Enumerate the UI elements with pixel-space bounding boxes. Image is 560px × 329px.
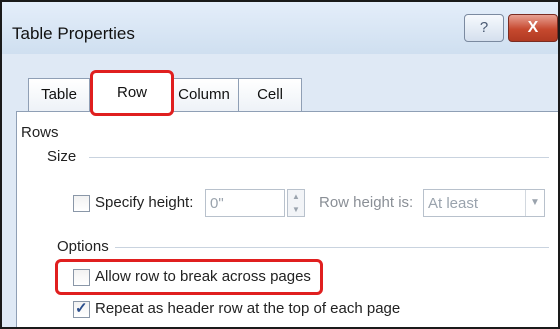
allow-row-break-checkbox[interactable]	[73, 269, 90, 286]
options-group-label: Options	[57, 238, 109, 255]
specify-height-label[interactable]: Specify height:	[95, 194, 193, 211]
tab-column[interactable]: Column	[168, 78, 240, 111]
options-divider	[115, 247, 549, 248]
tab-cell[interactable]: Cell	[238, 78, 302, 111]
row-height-mode-select[interactable]: At least ▼	[423, 189, 545, 217]
row-height-is-label: Row height is:	[319, 194, 414, 211]
close-button[interactable]: X	[508, 14, 558, 42]
size-divider	[89, 157, 549, 158]
title-bar: Table Properties ? X	[2, 2, 558, 54]
tab-strip: Table Row Column Cell	[2, 70, 558, 116]
tab-row[interactable]: Row	[90, 70, 174, 116]
repeat-header-label[interactable]: Repeat as header row at the top of each …	[95, 300, 400, 317]
row-tab-panel: Rows Size Specify height: 0" ▲ ▼ Row hei…	[16, 111, 558, 327]
help-button[interactable]: ?	[464, 14, 504, 42]
height-input[interactable]: 0"	[205, 189, 285, 217]
spin-down-icon[interactable]: ▼	[288, 203, 304, 216]
table-properties-dialog: Table Properties ? X Table Row Column Ce…	[0, 0, 560, 329]
dialog-title: Table Properties	[12, 24, 135, 43]
size-group-label: Size	[47, 148, 77, 165]
rows-heading: Rows	[21, 124, 59, 141]
repeat-header-checkbox[interactable]	[73, 299, 90, 318]
specify-height-checkbox[interactable]	[73, 195, 90, 212]
chevron-down-icon[interactable]: ▼	[525, 190, 544, 216]
height-spinner[interactable]: ▲ ▼	[287, 189, 305, 217]
allow-row-break-label[interactable]: Allow row to break across pages	[95, 268, 311, 285]
row-height-mode-value: At least	[428, 195, 479, 212]
spin-up-icon[interactable]: ▲	[288, 190, 304, 203]
tab-table[interactable]: Table	[28, 78, 90, 111]
